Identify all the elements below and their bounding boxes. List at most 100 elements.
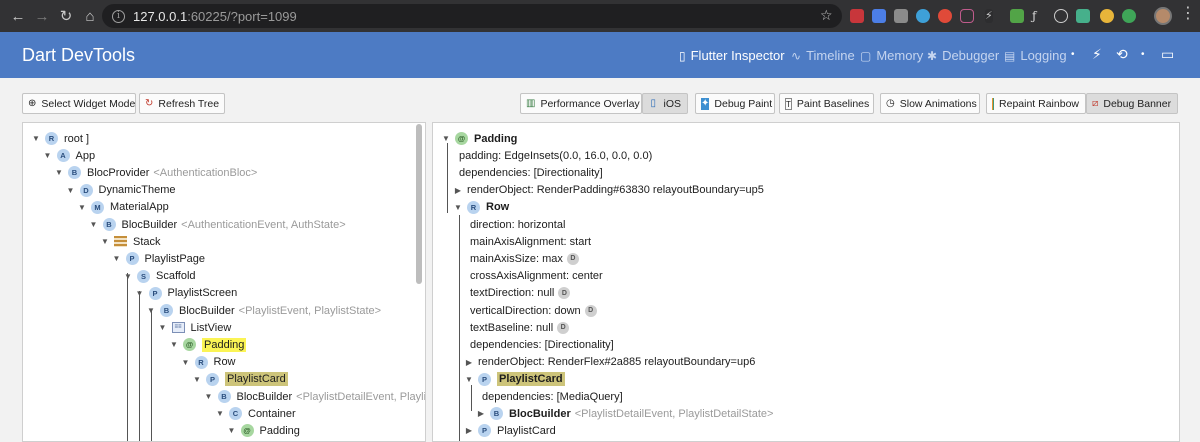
expand-toggle-icon[interactable]: ▼ (77, 203, 87, 212)
expand-toggle-icon[interactable]: ▶ (476, 409, 486, 418)
details-row[interactable]: ▼ @ Padding (441, 130, 517, 147)
tree-row[interactable]: ▼ B BlocBuilder <AuthenticationEvent, AuthS… (89, 216, 346, 233)
back-icon[interactable]: ← (6, 8, 30, 25)
extension-icon[interactable]: ⚡ (985, 9, 993, 23)
tree-row[interactable]: ▼ P PlaylistPage (112, 250, 205, 267)
tab-memory[interactable]: ▢ Memory (860, 48, 923, 63)
expand-toggle-icon[interactable]: ▼ (43, 151, 53, 160)
browser-menu-icon[interactable]: ⋮ (1180, 6, 1196, 22)
expand-toggle-icon[interactable]: ▼ (169, 340, 179, 349)
details-row[interactable]: direction: horizontal (470, 216, 565, 233)
expand-toggle-icon[interactable]: ▼ (112, 254, 122, 263)
details-row[interactable]: padding: EdgeInsets(0.0, 16.0, 0.0, 0.0) (459, 147, 652, 164)
repaint-rainbow-button[interactable]: Repaint Rainbow (986, 93, 1086, 114)
slow-animations-button[interactable]: ◷ Slow Animations (880, 93, 980, 114)
expand-toggle-icon[interactable]: ▼ (54, 168, 64, 177)
expand-toggle-icon[interactable]: ▶ (453, 186, 463, 195)
expand-toggle-icon[interactable]: ▼ (215, 409, 225, 418)
expand-toggle-icon[interactable]: ▼ (192, 375, 202, 384)
feedback-icon[interactable]: ▭ (1161, 46, 1174, 63)
hot-restart-icon[interactable]: ⟲ (1116, 46, 1128, 63)
bookmark-star-icon[interactable]: ☆ (820, 7, 833, 24)
expand-toggle-icon[interactable]: ▼ (66, 186, 76, 195)
tree-row[interactable]: ▼ ≡≡ ListView (158, 319, 232, 336)
details-row[interactable]: dependencies: [Directionality] (470, 336, 614, 353)
details-row[interactable]: crossAxisAlignment: center (470, 268, 603, 285)
tree-row[interactable]: ▼ D DynamicTheme (66, 182, 176, 199)
performance-overlay-button[interactable]: ▥ Performance Overlay (520, 93, 642, 114)
expand-toggle-icon[interactable]: ▼ (453, 203, 463, 212)
forward-icon[interactable]: → (30, 8, 54, 25)
hot-reload-icon[interactable]: ⚡ (1092, 46, 1102, 63)
expand-toggle-icon[interactable]: ▶ (464, 426, 474, 435)
extension-icon[interactable] (850, 9, 864, 23)
translate-extension-icon[interactable] (872, 9, 886, 23)
details-row[interactable]: ▼ P PlaylistCard (464, 371, 565, 388)
details-row[interactable]: mainAxisSize: max D (470, 250, 579, 267)
expand-toggle-icon[interactable]: ▼ (123, 272, 133, 281)
tree-row[interactable]: ▼ @ Padding (227, 422, 300, 439)
details-row[interactable]: verticalDirection: down D (470, 302, 597, 319)
tree-row[interactable]: ▼ A App (43, 147, 95, 164)
expand-toggle-icon[interactable]: ▶ (464, 358, 474, 367)
tree-row[interactable]: ▼ M MaterialApp (77, 199, 169, 216)
tab-timeline[interactable]: ∿ Timeline (791, 48, 855, 63)
reload-icon[interactable]: ↻ (54, 7, 78, 25)
tree-row[interactable]: ▼ Rroot ] (31, 130, 89, 147)
address-bar[interactable]: i 127.0.0.1:60225/?port=1099 (102, 4, 842, 28)
tree-row[interactable]: ▼ C Container (215, 405, 296, 422)
ios-toggle-button[interactable]: ▯ iOS (642, 93, 688, 114)
extension-icon[interactable]: ƒ (1032, 9, 1046, 23)
details-row[interactable]: mainAxisAlignment: start (470, 233, 591, 250)
tab-flutter-inspector[interactable]: ▯ Flutter Inspector (679, 48, 785, 63)
tree-scrollbar[interactable] (416, 124, 422, 284)
extension-icon[interactable] (1100, 9, 1114, 23)
expand-toggle-icon[interactable]: ▼ (441, 134, 451, 143)
extension-icon[interactable] (894, 9, 908, 23)
details-row[interactable]: dependencies: [MediaQuery] (482, 388, 623, 405)
widget-tree-panel[interactable]: ▼ Rroot ] ▼ A App ▼ B BlocProvider <Authenticati… (22, 122, 426, 442)
expand-toggle-icon[interactable]: ▼ (204, 392, 214, 401)
details-row[interactable]: textBaseline: null D (470, 319, 570, 336)
site-info-icon[interactable]: i (112, 9, 125, 23)
extension-icon[interactable] (1122, 9, 1136, 23)
expand-toggle-icon[interactable]: ▼ (100, 237, 110, 246)
details-tree-panel[interactable]: ▼ @ Padding padding: EdgeInsets(0.0, 16.0, … (432, 122, 1180, 442)
tab-debugger[interactable]: ✱ Debugger (927, 48, 999, 63)
expand-toggle-icon[interactable]: ▼ (31, 134, 41, 143)
refresh-tree-button[interactable]: ↻ Refresh Tree (139, 93, 225, 114)
extension-icon[interactable] (1076, 9, 1090, 23)
home-icon[interactable]: ⌂ (78, 8, 102, 25)
details-row[interactable]: ▶ renderObject: RenderFlex#2a885 relayout… (464, 354, 755, 371)
tree-row[interactable]: ▼ @ Padding (169, 336, 247, 353)
expand-toggle-icon[interactable]: ▼ (464, 375, 474, 384)
details-row[interactable]: ▶ P PlaylistCard (464, 422, 556, 439)
details-row[interactable]: ▼ R Row (453, 199, 509, 216)
details-row[interactable]: dependencies: [Directionality] (459, 164, 603, 181)
extension-icon[interactable] (938, 9, 952, 23)
tree-row[interactable]: ▼ P PlaylistCard (192, 371, 288, 388)
pocket-extension-icon[interactable] (960, 9, 974, 23)
paint-baselines-button[interactable]: T Paint Baselines (779, 93, 874, 114)
debug-banner-button[interactable]: ⧄ Debug Banner (1086, 93, 1178, 114)
select-widget-mode-button[interactable]: ⊕ Select Widget Mode (22, 93, 136, 114)
tree-row[interactable]: ▼ S Scaffold (123, 268, 196, 285)
tree-row[interactable]: ▼ B BlocBuilder <PlaylistDetailEvent, Playl… (204, 388, 425, 405)
expand-toggle-icon[interactable]: ▼ (227, 426, 237, 435)
details-row[interactable]: ▶ B BlocBuilder <PlaylistDetailEvent, Playl… (476, 405, 773, 422)
profile-avatar[interactable] (1154, 7, 1172, 25)
tree-row[interactable]: ▼ Stack (100, 233, 160, 250)
expand-toggle-icon[interactable]: ▼ (158, 323, 168, 332)
extension-icon[interactable] (916, 9, 930, 23)
extension-icon[interactable] (1010, 9, 1024, 23)
details-row[interactable]: ▶ renderObject: RenderPadding#63830 relay… (453, 182, 764, 199)
expand-toggle-icon[interactable]: ▼ (181, 358, 191, 367)
expand-toggle-icon[interactable]: ▼ (89, 220, 99, 229)
tree-row[interactable]: ▼BBlocBuilder<PlaylistEvent, PlaylistSta… (146, 302, 381, 319)
tree-row[interactable]: ▼ B BlocProvider <AuthenticationBloc> (54, 164, 257, 181)
tree-row[interactable]: ▼ R Row (181, 354, 236, 371)
tab-logging[interactable]: ▤ Logging (1004, 48, 1067, 63)
extension-icon[interactable] (1054, 9, 1068, 23)
debug-paint-button[interactable]: ✦ Debug Paint (695, 93, 775, 114)
tree-row[interactable]: ▼PPlaylistScreen (135, 285, 237, 302)
